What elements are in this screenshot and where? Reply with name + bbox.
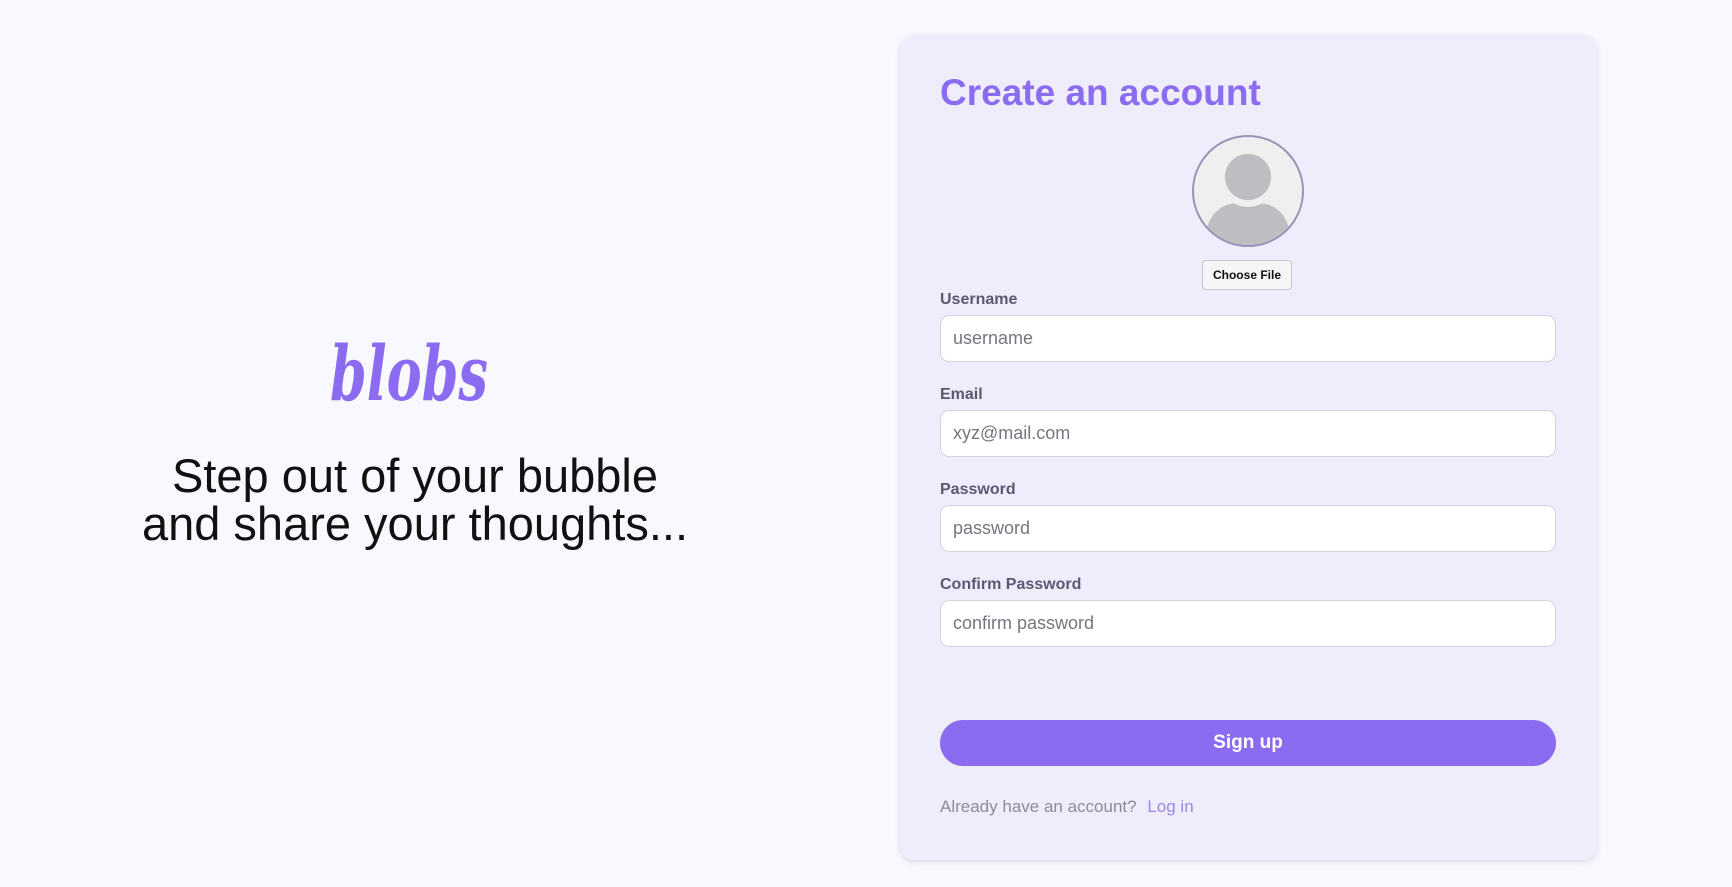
choose-file-button[interactable]: Choose File	[1202, 260, 1292, 290]
password-input[interactable]	[940, 505, 1556, 552]
confirm-password-label: Confirm Password	[940, 576, 1082, 593]
confirm-password-input[interactable]	[940, 600, 1556, 647]
page-title: Create an account	[940, 72, 1261, 113]
login-link[interactable]: Log in	[1147, 797, 1193, 816]
svg-text:blobs: blobs	[330, 330, 488, 418]
sign-up-button[interactable]: Sign up	[940, 720, 1556, 766]
tagline: Step out of your bubble and share your t…	[110, 452, 720, 548]
user-icon	[1204, 154, 1292, 245]
email-label: Email	[940, 386, 983, 403]
login-prompt-text: Already have an account?	[940, 797, 1137, 816]
signup-card: Create an account Choose File Username E…	[900, 35, 1597, 860]
password-label: Password	[940, 481, 1016, 498]
login-prompt-row: Already have an account? Log in	[940, 797, 1194, 817]
email-input[interactable]	[940, 410, 1556, 457]
avatar-placeholder	[1192, 135, 1304, 247]
blobs-logo: blobs	[330, 330, 488, 418]
username-input[interactable]	[940, 315, 1556, 362]
username-label: Username	[940, 291, 1018, 308]
brand-panel: blobs Step out of your bubble and share …	[0, 0, 830, 887]
tagline-line-1: Step out of your bubble	[171, 449, 659, 502]
tagline-line-2: and share your thoughts...	[141, 497, 689, 550]
